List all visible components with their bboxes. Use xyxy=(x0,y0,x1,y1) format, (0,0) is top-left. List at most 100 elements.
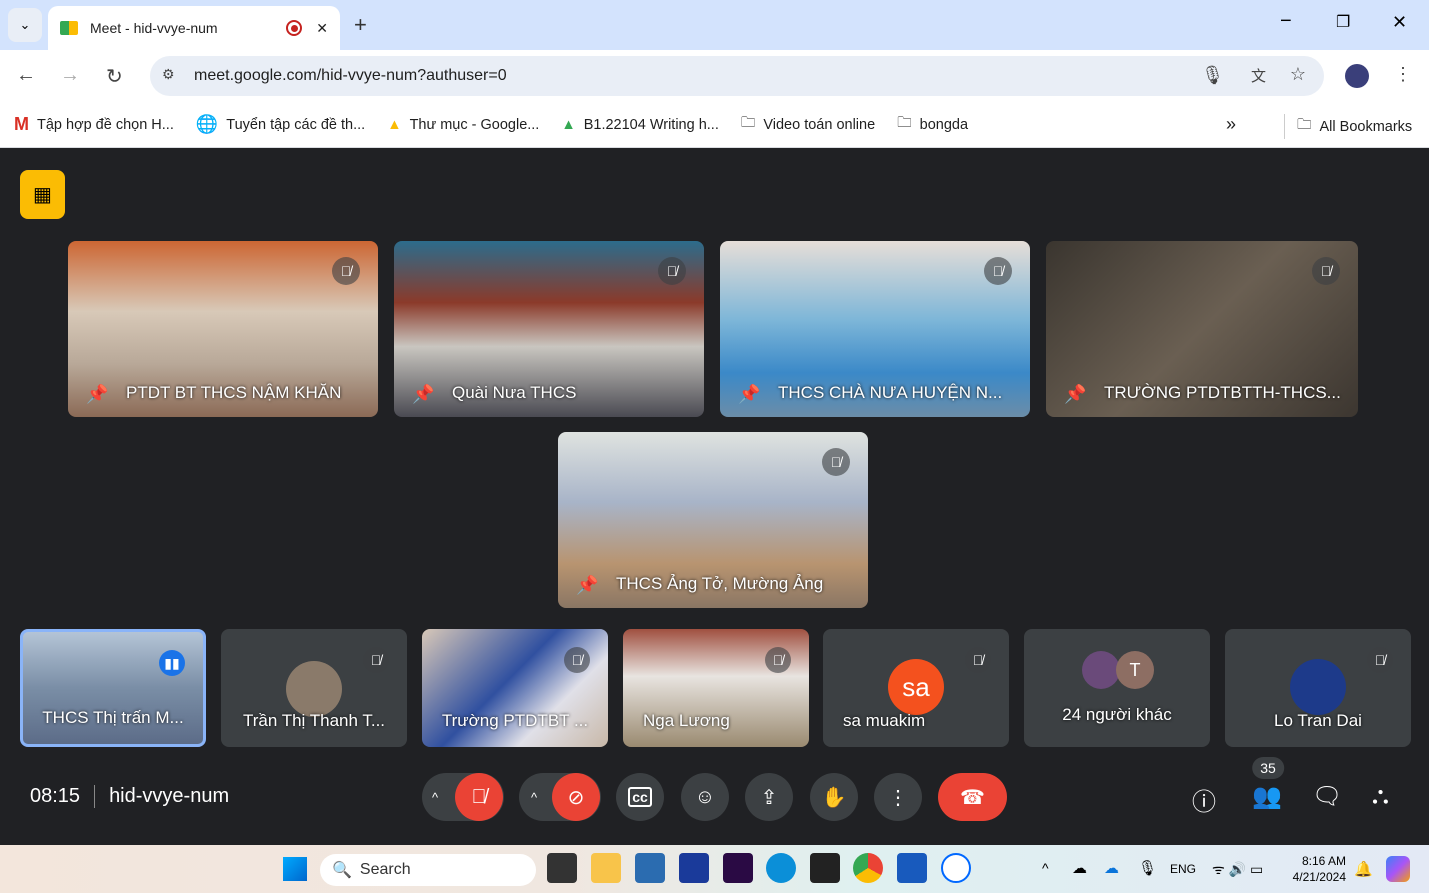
clock-time: 8:16 AM xyxy=(1301,854,1346,868)
bookmark-label: Video toán online xyxy=(763,116,876,133)
bookmark-3[interactable]: ▲ Thư mục - Google... xyxy=(387,117,539,133)
captions-button[interactable]: cc xyxy=(616,773,664,821)
store-icon[interactable] xyxy=(635,853,665,883)
chat-icon[interactable]: 🗨 xyxy=(1312,782,1342,811)
profile-avatar[interactable] xyxy=(1345,64,1369,88)
pin-icon[interactable]: 📌 xyxy=(412,384,434,405)
folder-icon: 🗀 xyxy=(740,115,756,131)
mic-tray-icon[interactable]: 🎙 xyxy=(1138,859,1157,877)
tray-chevron-icon[interactable]: ^ xyxy=(1042,860,1049,876)
taskbar-search[interactable]: 🔍 Search xyxy=(320,854,536,886)
reload-icon[interactable]: ↻ xyxy=(106,64,123,89)
close-window-button[interactable]: ✕ xyxy=(1392,12,1407,33)
meeting-time: 08:15 xyxy=(30,785,81,807)
strip-tile-5[interactable]: 🎙̸ sa sa muakim xyxy=(823,629,1009,747)
bookmark-2[interactable]: 🌐 Tuyển tập các đề th... xyxy=(196,114,365,135)
close-tab-icon[interactable]: ✕ xyxy=(316,20,328,37)
pinned-tile-5[interactable]: 🎙̸ 📌 THCS Ảng Tở, Mường Ảng xyxy=(558,432,868,608)
file-explorer-icon[interactable] xyxy=(591,853,621,883)
site-info-icon[interactable]: ⚙ xyxy=(162,66,175,83)
strip-tile-7[interactable]: 🎙̸ Lo Tran Dai xyxy=(1225,629,1411,747)
strip-tile-2[interactable]: 🎙̸ Trần Thị Thanh T... xyxy=(221,629,407,747)
menu-icon[interactable]: ⋮ xyxy=(1394,64,1412,85)
mic-icon[interactable]: 🎙 xyxy=(1201,65,1224,86)
bookmark-5[interactable]: 🗀 Video toán online xyxy=(741,112,875,137)
zalo-icon[interactable] xyxy=(941,853,971,883)
clock[interactable]: 8:16 AM 4/21/2024 xyxy=(1284,853,1346,885)
mic-off-icon: 🎙̸ xyxy=(822,448,850,476)
pinned-tile-3[interactable]: 🎙̸ 📌 THCS CHÀ NƯA HUYỆN N... xyxy=(720,241,1030,417)
pinned-tile-1[interactable]: 🎙̸ 📌 PTDT BT THCS NẬM KHĂN xyxy=(68,241,378,417)
participant-name: THCS CHÀ NƯA HUYỆN N... xyxy=(778,383,1003,402)
cloud-icon[interactable]: ☁ xyxy=(1072,859,1087,877)
wifi-volume-battery-icons[interactable]: ᯤ 🔊 ▭ xyxy=(1212,860,1263,879)
present-button[interactable]: ⇪ xyxy=(745,773,793,821)
notification-icon[interactable]: 🔔 xyxy=(1354,860,1373,878)
camera-toggle-button[interactable]: ⊘ xyxy=(552,773,600,821)
windows-start-icon[interactable] xyxy=(283,857,307,881)
tab-search-button[interactable]: ⌄ xyxy=(8,8,42,42)
minimize-button[interactable]: − xyxy=(1280,10,1292,33)
strip-tile-3[interactable]: 🎙̸ Trường PTDTBT ... xyxy=(422,629,608,747)
reactions-button[interactable]: ☺ xyxy=(681,773,729,821)
bookmark-label: Tuyển tập các đề th... xyxy=(226,116,366,133)
chrome-icon[interactable] xyxy=(853,853,883,883)
all-bookmarks[interactable]: 🗀 All Bookmarks xyxy=(1284,114,1412,139)
drive-icon: ▲ xyxy=(387,116,402,133)
folder-icon: 🗀 xyxy=(1297,117,1312,133)
pin-icon[interactable]: 📌 xyxy=(1064,384,1086,405)
hang-up-icon: ☎ xyxy=(960,786,985,809)
strip-tile-4[interactable]: 🎙̸ Nga Lương xyxy=(623,629,809,747)
edge-icon[interactable] xyxy=(766,853,796,883)
captions-off-badge[interactable]: ▦ xyxy=(20,170,65,219)
strip-tile-others[interactable]: T 24 người khác xyxy=(1024,629,1210,747)
copilot-icon[interactable] xyxy=(1386,856,1410,882)
info-icon[interactable]: ⓘ xyxy=(1192,782,1216,817)
avatar xyxy=(286,661,342,717)
avatar xyxy=(1082,651,1120,689)
emoji-icon: ☺ xyxy=(694,785,716,808)
premiere-icon[interactable] xyxy=(723,853,753,883)
star-icon[interactable]: ☆ xyxy=(1290,64,1306,85)
translate-icon[interactable]: 文 xyxy=(1251,65,1266,86)
app-l-icon[interactable] xyxy=(679,853,709,883)
pin-icon[interactable]: 📌 xyxy=(576,575,598,596)
mic-off-icon: 🎙̸ xyxy=(332,257,360,285)
chevron-up-icon: ^ xyxy=(531,789,538,805)
forward-icon[interactable]: → xyxy=(60,64,80,87)
more-options-button[interactable]: ⋮ xyxy=(874,773,922,821)
task-view-icon[interactable] xyxy=(547,853,577,883)
tab-meet[interactable]: Meet - hid-vvye-num ✕ xyxy=(48,6,340,50)
new-tab-button[interactable]: + xyxy=(354,12,367,38)
back-icon[interactable]: ← xyxy=(16,64,36,87)
sticky-notes-icon[interactable] xyxy=(810,853,840,883)
mic-off-icon: 🎙̸ xyxy=(984,257,1012,285)
leave-call-button[interactable]: ☎ xyxy=(938,773,1007,821)
bookmark-4[interactable]: ▲ B1.22104 Writing h... xyxy=(561,117,719,133)
speaking-icon: ▮▮ xyxy=(159,650,185,676)
address-bar[interactable]: ⚙ meet.google.com/hid-vvye-num?authuser=… xyxy=(150,56,1324,96)
more-vert-icon: ⋮ xyxy=(888,786,908,809)
strip-tile-1[interactable]: ▮▮ THCS Thị trấn M... xyxy=(20,629,206,747)
tab-title: Meet - hid-vvye-num xyxy=(90,20,218,36)
bookmark-1[interactable]: M Tập hợp đề chọn H... xyxy=(14,114,174,135)
mic-toggle-button[interactable]: 🎙̸ xyxy=(455,773,503,821)
pinned-tile-4[interactable]: 🎙̸ 📌 TRƯỜNG PTDTBTTH-THCS... xyxy=(1046,241,1358,417)
participant-name: Nga Lương xyxy=(643,711,730,730)
activities-icon[interactable]: ⛬ xyxy=(1372,782,1389,810)
raise-hand-button[interactable]: ✋ xyxy=(810,773,858,821)
language-indicator[interactable]: ENG xyxy=(1170,862,1196,876)
bookmark-6[interactable]: 🗀 bongda xyxy=(897,112,968,137)
onedrive-icon[interactable]: ☁ xyxy=(1104,859,1119,877)
pin-icon[interactable]: 📌 xyxy=(86,384,108,405)
participant-name: THCS Thị trấn M... xyxy=(42,708,184,727)
url-text: meet.google.com/hid-vvye-num?authuser=0 xyxy=(194,67,507,84)
pin-icon[interactable]: 📌 xyxy=(738,384,760,405)
pinned-tile-2[interactable]: 🎙̸ 📌 Quài Nưa THCS xyxy=(394,241,704,417)
more-bookmarks-icon[interactable]: » xyxy=(1226,114,1236,135)
people-icon[interactable]: 👥 xyxy=(1252,782,1282,811)
restore-button[interactable]: ❐ xyxy=(1336,12,1350,32)
word-icon[interactable] xyxy=(897,853,927,883)
participant-name: THCS Ảng Tở, Mường Ảng xyxy=(616,574,824,593)
avatar xyxy=(1290,659,1346,715)
